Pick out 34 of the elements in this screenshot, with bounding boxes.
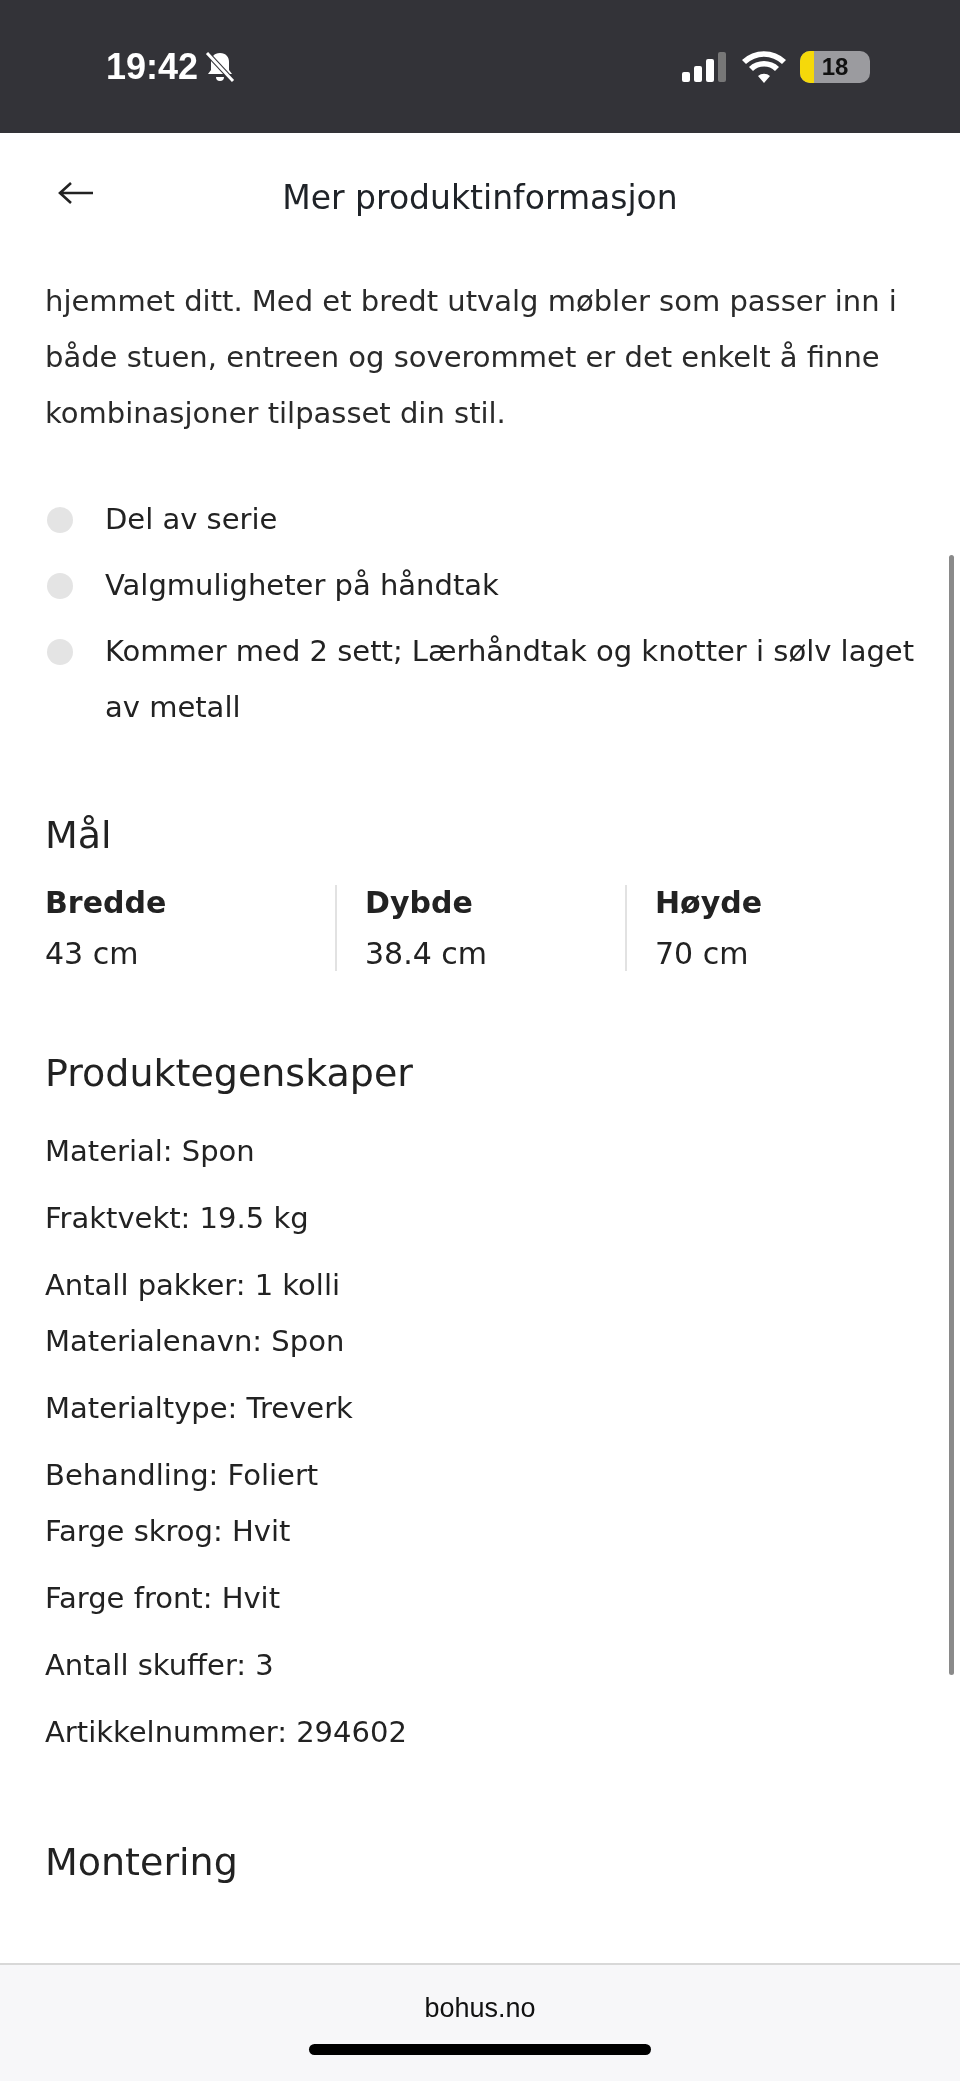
description-text: hjemmet ditt. Med et bredt utvalg møbler som passer inn i både stuen, entreen og soverommet er det enkelt å finne kombinasjoner tilpasset din stil. (45, 283, 898, 432)
dimension-value: 43 cm (45, 936, 140, 971)
property-text: Artikkelnummer: 294602 (45, 1714, 408, 1751)
battery-icon: 18 (800, 50, 870, 83)
feature-text: Valgmuligheter på håndtak (105, 567, 499, 604)
dimension-value: 38.4 cm (365, 936, 489, 971)
property-text: Fraktvekt: 19.5 kg (45, 1200, 310, 1237)
section-heading: Produktegenskaper (45, 1051, 414, 1095)
bullet-dot (47, 573, 73, 599)
feature-text: Kommer med 2 sett; Lærhåndtak og knotter i sølv laget av metall (105, 633, 915, 726)
section-heading: Montering (45, 1840, 239, 1884)
signal-icon (682, 51, 728, 82)
property-text: Antall skuffer: 3 (45, 1647, 275, 1684)
dimension-label: Dybde (365, 885, 474, 920)
wifi-icon (742, 50, 786, 83)
url-text[interactable]: bohus.no (424, 1993, 536, 2024)
property-text: Materialenavn: Spon (45, 1323, 346, 1360)
property-text: Farge skrog: Hvit (45, 1513, 292, 1550)
property-text: Farge front: Hvit (45, 1580, 282, 1617)
status-time: 19:42 (106, 45, 199, 88)
property-text: Materialtype: Treverk (45, 1390, 354, 1427)
dimension-value: 70 cm (655, 936, 750, 971)
feature-text: Del av serie (105, 501, 278, 538)
section-heading: Mål (45, 813, 113, 857)
bullet-dot (47, 639, 73, 665)
muted-bell-icon (204, 49, 237, 84)
property-text: Material: Spon (45, 1133, 256, 1170)
bullet-dot (47, 507, 73, 533)
property-text: Behandling: Foliert (45, 1457, 320, 1494)
page-title: Mer produktinformasjon (282, 177, 678, 217)
dimension-label: Bredde (45, 885, 168, 920)
property-text: Antall pakker: 1 kolli (45, 1267, 341, 1304)
back-arrow-icon[interactable] (58, 181, 94, 205)
dimension-label: Høyde (655, 885, 764, 920)
